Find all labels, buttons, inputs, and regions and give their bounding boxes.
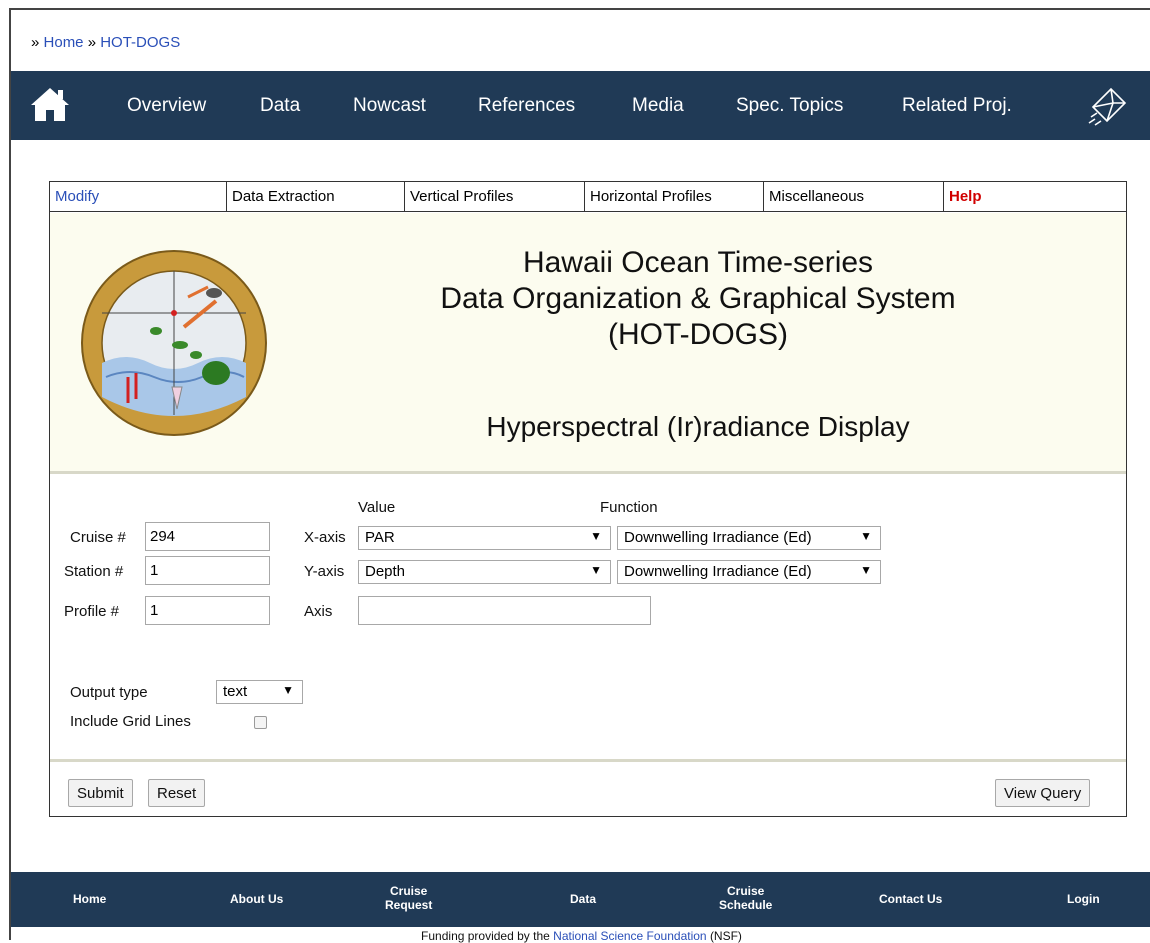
tab-vertical-profiles[interactable]: Vertical Profiles bbox=[405, 182, 585, 212]
chevron-down-icon: ▼ bbox=[590, 529, 602, 543]
footer-data[interactable]: Data bbox=[570, 892, 596, 906]
footer-cruise-request-line2: Request bbox=[385, 898, 433, 912]
output-type-text: text bbox=[223, 683, 248, 700]
tab-miscellaneous[interactable]: Miscellaneous bbox=[764, 182, 944, 212]
view-query-button[interactable]: View Query bbox=[995, 779, 1091, 807]
cruise-label: Cruise # bbox=[70, 529, 126, 546]
output-type-select[interactable]: text ▼ bbox=[216, 680, 303, 704]
output-type-label: Output type bbox=[70, 684, 148, 701]
footer-cruise-request[interactable]: Cruise Request bbox=[385, 884, 432, 912]
profile-input[interactable] bbox=[145, 596, 270, 625]
footer-bar: Home About Us Cruise Request Data Cruise… bbox=[11, 872, 1150, 927]
page-frame: » Home » HOT-DOGS Overview Data Nowcast … bbox=[9, 8, 1150, 943]
footer-cruise-request-line1: Cruise bbox=[389, 884, 428, 898]
axis-label: Axis bbox=[304, 603, 333, 620]
nsf-link[interactable]: National Science Foundation bbox=[553, 929, 706, 943]
station-input[interactable] bbox=[145, 556, 270, 585]
tab-modify[interactable]: Modify bbox=[50, 182, 227, 212]
main-navbar: Overview Data Nowcast References Media S… bbox=[11, 71, 1150, 140]
value-header: Value bbox=[358, 499, 396, 516]
xaxis-function-select[interactable]: Downwelling Irradiance (Ed) ▼ bbox=[617, 526, 881, 550]
axis-input[interactable] bbox=[358, 596, 651, 625]
tab-help[interactable]: Help bbox=[944, 182, 1126, 212]
banner-title-line3: (HOT-DOGS) bbox=[608, 318, 788, 351]
yaxis-value-select[interactable]: Depth ▼ bbox=[358, 560, 611, 584]
tab-bar: Modify Data Extraction Vertical Profiles… bbox=[50, 182, 1126, 212]
chevron-down-icon: ▼ bbox=[282, 683, 294, 697]
breadcrumb: » Home » HOT-DOGS bbox=[31, 34, 180, 51]
mail-icon[interactable] bbox=[1087, 83, 1131, 127]
yaxis-value-text: Depth bbox=[365, 563, 406, 580]
nav-references[interactable]: References bbox=[478, 95, 575, 117]
divider bbox=[50, 759, 1126, 762]
banner-subtitle: Hyperspectral (Ir)radiance Display bbox=[486, 411, 910, 442]
hot-logo bbox=[81, 250, 267, 436]
breadcrumb-current-link[interactable]: HOT-DOGS bbox=[100, 34, 180, 51]
xaxis-label: X-axis bbox=[304, 529, 346, 546]
footer-cruise-schedule-line1: Cruise bbox=[727, 884, 765, 898]
chevron-down-icon: ▼ bbox=[860, 529, 872, 543]
nav-spec-topics[interactable]: Spec. Topics bbox=[736, 95, 843, 117]
grid-lines-checkbox[interactable] bbox=[254, 716, 267, 729]
home-icon[interactable] bbox=[29, 85, 71, 123]
tab-data-extraction[interactable]: Data Extraction bbox=[227, 182, 405, 212]
breadcrumb-home-link[interactable]: Home bbox=[44, 34, 84, 51]
banner: Hawaii Ocean Time-series Data Organizati… bbox=[50, 213, 1126, 474]
submit-button[interactable]: Submit bbox=[68, 779, 133, 807]
nav-overview[interactable]: Overview bbox=[127, 95, 206, 117]
nav-related-proj[interactable]: Related Proj. bbox=[902, 95, 1012, 117]
nav-nowcast[interactable]: Nowcast bbox=[353, 95, 426, 117]
nav-data[interactable]: Data bbox=[260, 95, 300, 117]
query-form: Value Function Cruise # X-axis PAR ▼ Dow… bbox=[50, 477, 1126, 752]
footer-cruise-schedule-line2: Schedule bbox=[719, 898, 773, 912]
xaxis-function-text: Downwelling Irradiance (Ed) bbox=[624, 529, 812, 546]
xaxis-value-select[interactable]: PAR ▼ bbox=[358, 526, 611, 550]
yaxis-function-select[interactable]: Downwelling Irradiance (Ed) ▼ bbox=[617, 560, 881, 584]
funding-note: Funding provided by the National Science… bbox=[11, 929, 1150, 943]
function-header: Function bbox=[600, 499, 658, 516]
funding-suffix: (NSF) bbox=[709, 929, 742, 943]
banner-title-line2: Data Organization & Graphical System bbox=[440, 282, 956, 315]
breadcrumb-separator: » bbox=[87, 34, 97, 51]
banner-title: Hawaii Ocean Time-series Data Organizati… bbox=[368, 245, 1028, 353]
footer-home[interactable]: Home bbox=[73, 892, 106, 906]
tab-horizontal-profiles[interactable]: Horizontal Profiles bbox=[585, 182, 764, 212]
footer-about[interactable]: About Us bbox=[230, 892, 283, 906]
chevron-down-icon: ▼ bbox=[590, 563, 602, 577]
funding-prefix: Funding provided by the bbox=[421, 929, 550, 943]
footer-cruise-schedule[interactable]: Cruise Schedule bbox=[719, 884, 772, 912]
chevron-down-icon: ▼ bbox=[860, 563, 872, 577]
cruise-input[interactable] bbox=[145, 522, 270, 551]
xaxis-value-text: PAR bbox=[365, 529, 395, 546]
grid-lines-label: Include Grid Lines bbox=[70, 713, 191, 730]
footer-login[interactable]: Login bbox=[1067, 892, 1100, 906]
footer-contact[interactable]: Contact Us bbox=[879, 892, 942, 906]
yaxis-label: Y-axis bbox=[304, 563, 345, 580]
yaxis-function-text: Downwelling Irradiance (Ed) bbox=[624, 563, 812, 580]
query-panel: Modify Data Extraction Vertical Profiles… bbox=[49, 181, 1127, 817]
profile-label: Profile # bbox=[64, 603, 120, 620]
nav-media[interactable]: Media bbox=[632, 95, 684, 117]
station-label: Station # bbox=[64, 563, 124, 580]
banner-title-line1: Hawaii Ocean Time-series bbox=[522, 246, 874, 279]
breadcrumb-separator: » bbox=[31, 34, 40, 51]
reset-button[interactable]: Reset bbox=[148, 779, 206, 807]
